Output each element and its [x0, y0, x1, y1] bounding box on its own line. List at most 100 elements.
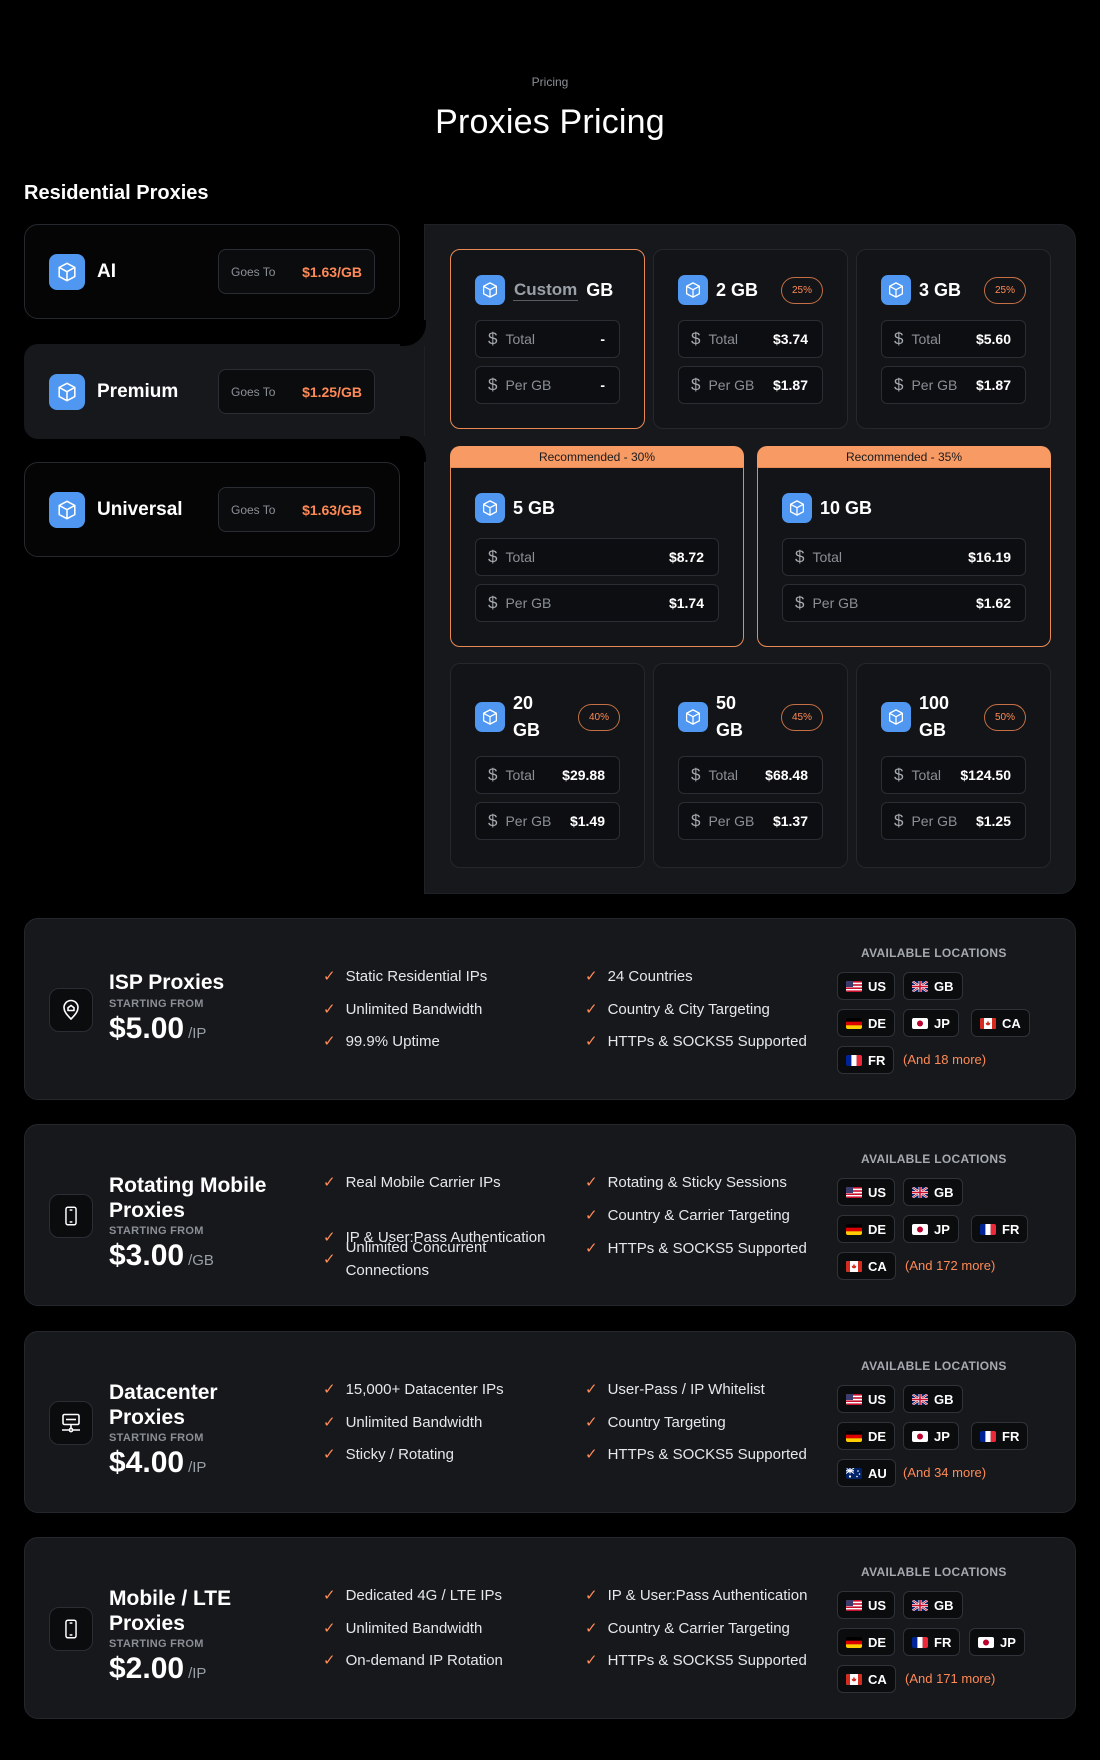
- location-code: DE: [868, 1634, 887, 1650]
- check-icon: ✓: [585, 1207, 598, 1224]
- location-code: CA: [868, 1671, 887, 1687]
- location-chip-us[interactable]: US: [837, 1385, 896, 1413]
- location-chip-gb[interactable]: GB: [903, 1385, 963, 1413]
- discount-badge: 25%: [983, 276, 1026, 304]
- location-chip-fr[interactable]: FR: [903, 1628, 961, 1656]
- recommended-banner: Recommended - 30%: [450, 446, 744, 468]
- total-row: $ Total $3.74: [678, 320, 823, 358]
- feature-text: User-Pass / IP Whitelist: [607, 1381, 765, 1398]
- package-size: 3 GB: [919, 279, 962, 300]
- location-chip-gb[interactable]: GB: [903, 972, 963, 1000]
- flag-fr-icon: [846, 1054, 868, 1066]
- product-card[interactable]: ISP Proxies STARTING FROM $5.00/IP ✓ Static …: [24, 918, 1076, 1100]
- feature-item: ✓ Country Targeting: [585, 1411, 726, 1434]
- feature-text: 24 Countries: [607, 968, 693, 985]
- location-chip-au[interactable]: AU: [837, 1459, 896, 1487]
- location-chip-fr[interactable]: FR: [971, 1422, 1029, 1450]
- location-code: DE: [868, 1428, 887, 1444]
- location-chip-us[interactable]: US: [837, 1591, 896, 1619]
- location-chip-gb[interactable]: GB: [903, 1591, 963, 1619]
- plan-name: AI: [97, 260, 116, 282]
- server-icon: [49, 1401, 93, 1445]
- location-code: JP: [934, 1428, 950, 1444]
- location-chip-jp[interactable]: JP: [903, 1422, 959, 1450]
- dollar-icon: $: [488, 765, 498, 784]
- total-row: $ Total $68.48: [678, 756, 823, 794]
- location-pin-icon: [49, 988, 93, 1032]
- location-code: AU: [868, 1465, 887, 1481]
- product-name: Rotating Mobile Proxies: [109, 1174, 267, 1222]
- plan-goes-to: Goes To $1.63/GB: [218, 487, 375, 532]
- feature-item: ✓ HTTPs & SOCKS5 Supported: [585, 1443, 807, 1466]
- package-card-custom[interactable]: Custom GB $ Total - $ Per GB -: [450, 249, 645, 429]
- cube-icon: [881, 702, 911, 732]
- feature-item: ✓ HTTPs & SOCKS5 Supported: [585, 1030, 807, 1053]
- location-chip-de[interactable]: DE: [837, 1215, 896, 1243]
- product-price: $5.00/IP: [109, 1012, 206, 1046]
- total-value: $16.19: [968, 549, 1011, 565]
- location-chip-gb[interactable]: GB: [903, 1178, 963, 1206]
- custom-gb-input[interactable]: Custom: [513, 280, 579, 301]
- dollar-icon: $: [488, 375, 498, 394]
- product-card[interactable]: Mobile / LTE Proxies STARTING FROM $2.00/I…: [24, 1537, 1076, 1719]
- per-gb-row: $ Per GB $1.74: [475, 584, 719, 622]
- section-eyebrow: Pricing: [531, 75, 569, 89]
- feature-text: On-demand IP Rotation: [345, 1652, 503, 1669]
- plan-tab-premium[interactable]: Premium Goes To $1.25/GB: [24, 344, 424, 439]
- check-icon: ✓: [323, 1250, 336, 1268]
- flag-jp-icon: [912, 1017, 934, 1029]
- available-locations-heading: AVAILABLE LOCATIONS: [861, 1359, 1007, 1373]
- more-locations-link[interactable]: (And 18 more): [903, 1052, 986, 1067]
- feature-item: ✓ Static Residential IPs: [323, 965, 573, 988]
- location-chip-ca[interactable]: CA: [837, 1665, 896, 1693]
- location-chip-fr[interactable]: FR: [971, 1215, 1029, 1243]
- package-card-50gb[interactable]: 50 GB 45% $ Total $68.48 $ Per GB $1.37: [653, 663, 848, 868]
- check-icon: ✓: [585, 1240, 598, 1257]
- dollar-icon: $: [691, 329, 701, 348]
- total-row: $ Total $8.72: [475, 538, 719, 576]
- feature-text: Unlimited Bandwidth: [345, 1620, 483, 1637]
- cube-icon: [475, 702, 505, 732]
- check-icon: ✓: [323, 1001, 336, 1018]
- feature-text: Country Targeting: [607, 1414, 726, 1431]
- flag-jp-icon: [912, 1223, 934, 1235]
- package-card-2gb[interactable]: 2 GB 25% $ Total $3.74 $ Per GB $1.87: [653, 249, 848, 429]
- tab-connector: [400, 436, 426, 462]
- location-chip-jp[interactable]: JP: [903, 1215, 959, 1243]
- feature-text: Unlimited Bandwidth: [345, 1001, 483, 1018]
- location-chip-de[interactable]: DE: [837, 1628, 896, 1656]
- product-card[interactable]: Rotating Mobile Proxies STARTING FROM $3.0…: [24, 1124, 1076, 1306]
- per-gb-value: $1.25: [975, 813, 1011, 829]
- location-chip-ca[interactable]: CA: [837, 1252, 896, 1280]
- feature-text: Sticky / Rotating: [345, 1446, 454, 1463]
- more-locations-link[interactable]: (And 34 more): [903, 1465, 986, 1480]
- more-locations-link[interactable]: (And 172 more): [905, 1258, 995, 1273]
- location-chip-de[interactable]: DE: [837, 1009, 896, 1037]
- dollar-icon: $: [894, 375, 904, 394]
- package-card-20gb[interactable]: 20 GB 40% $ Total $29.88 $ Per GB $1.49: [450, 663, 645, 868]
- location-chip-ca[interactable]: CA: [971, 1009, 1030, 1037]
- location-code: FR: [1002, 1428, 1020, 1444]
- feature-text: Country & Carrier Targeting: [607, 1620, 790, 1637]
- package-card-3gb[interactable]: 3 GB 25% $ Total $5.60 $ Per GB $1.87: [856, 249, 1051, 429]
- total-row: $ Total -: [475, 320, 620, 358]
- flag-ca-icon: [846, 1260, 868, 1272]
- plan-name: Premium: [97, 380, 179, 402]
- package-card-10gb[interactable]: 10 GB $ Total $16.19 $ Per GB $1.62: [757, 467, 1051, 647]
- location-chip-us[interactable]: US: [837, 1178, 896, 1206]
- location-chip-jp[interactable]: JP: [969, 1628, 1025, 1656]
- package-card-100gb[interactable]: 100 GB 50% $ Total $124.50 $ Per GB $1.25: [856, 663, 1051, 868]
- location-chip-jp[interactable]: JP: [903, 1009, 959, 1037]
- location-chip-us[interactable]: US: [837, 972, 896, 1000]
- starting-from-label: STARTING FROM: [109, 1225, 204, 1237]
- plan-tab-ai[interactable]: AI Goes To $1.63/GB: [24, 224, 400, 319]
- dollar-icon: $: [894, 329, 904, 348]
- more-locations-link[interactable]: (And 171 more): [905, 1671, 995, 1686]
- plan-tab-universal[interactable]: Universal Goes To $1.63/GB: [24, 462, 400, 557]
- location-chip-de[interactable]: DE: [837, 1422, 896, 1450]
- product-card[interactable]: Datacenter Proxies STARTING FROM $4.00/IP ✓…: [24, 1331, 1076, 1513]
- location-chip-fr[interactable]: FR: [837, 1046, 895, 1074]
- package-card-5gb[interactable]: 5 GB $ Total $8.72 $ Per GB $1.74: [450, 467, 744, 647]
- location-code: US: [868, 1391, 887, 1407]
- per-gb-value: $1.37: [772, 813, 808, 829]
